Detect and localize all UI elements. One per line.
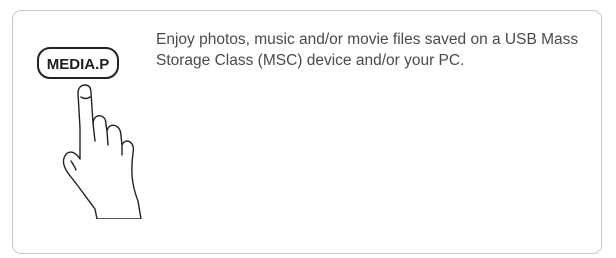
media-p-key-label: MEDIA.P xyxy=(47,56,110,73)
info-card: MEDIA.P Enjoy photos, music and/or movie… xyxy=(12,10,602,254)
remote-button-illustration: MEDIA.P xyxy=(35,33,155,219)
hand-pointer-icon xyxy=(62,84,142,219)
media-p-key-graphic: MEDIA.P xyxy=(37,47,142,219)
feature-description: Enjoy photos, music and/or movie files s… xyxy=(156,31,579,69)
